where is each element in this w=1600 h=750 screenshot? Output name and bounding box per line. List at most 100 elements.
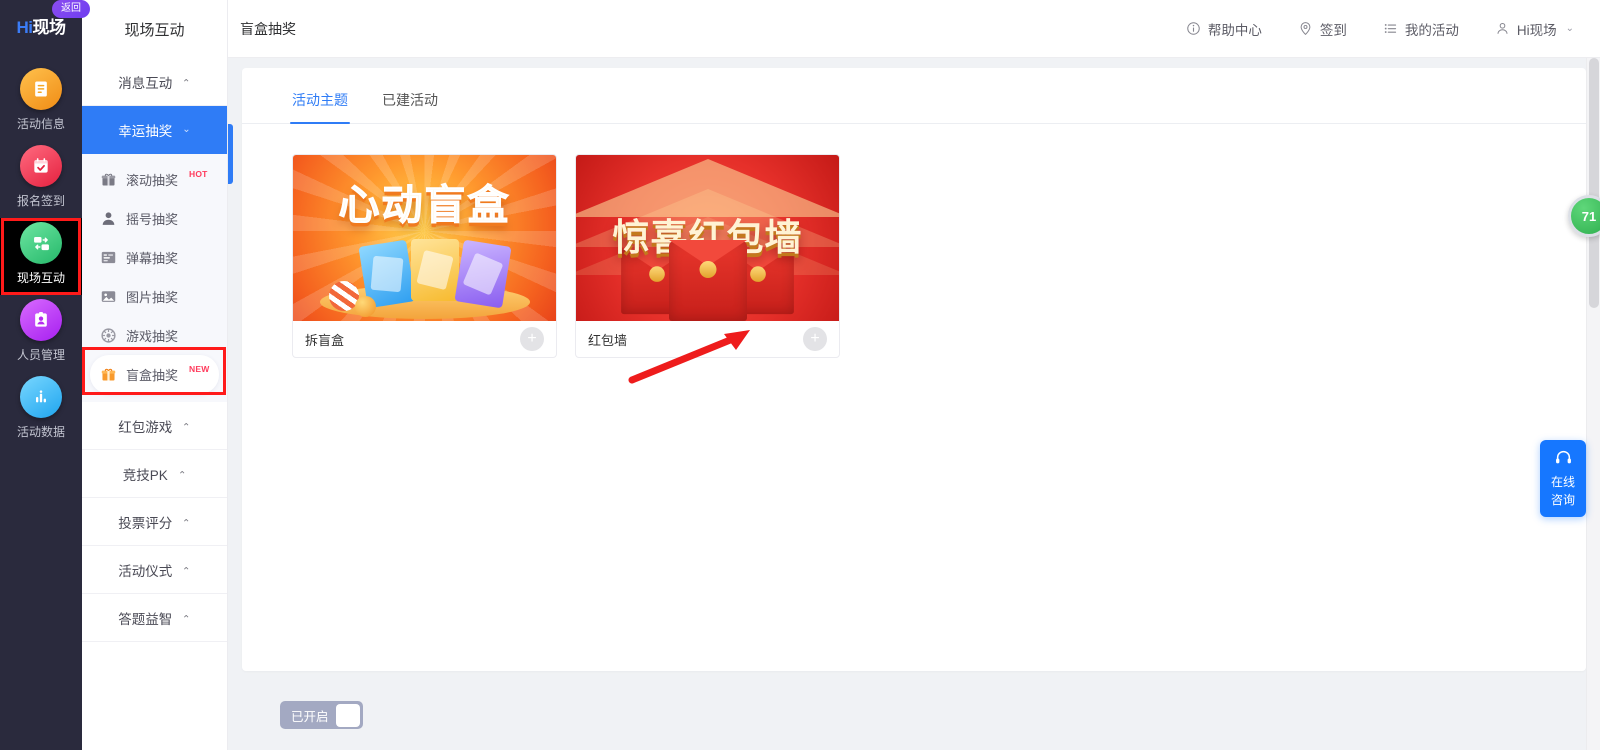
menu-group-message-interaction[interactable]: 消息互动 ⌄ xyxy=(82,58,227,106)
artwork-title: 心动盲盒 xyxy=(338,182,511,229)
id-card-icon xyxy=(20,299,62,341)
submenu-item-danmaku-draw[interactable]: 弹幕抽奖 xyxy=(82,238,227,277)
primary-nav-list: 活动信息 报名签到 现场互动 人员管理 活动数据 xyxy=(0,64,82,449)
return-button[interactable]: 返回 xyxy=(52,0,90,18)
sidebar-item-activity-data[interactable]: 活动数据 xyxy=(0,372,82,449)
interaction-exchange-icon xyxy=(20,222,62,264)
active-section-indicator xyxy=(228,124,233,184)
scrollbar-thumb[interactable] xyxy=(1589,58,1599,308)
sidebar-label: 活动数据 xyxy=(16,425,65,439)
consult-line-1: 在线 xyxy=(1550,475,1575,489)
top-link-label: 帮助中心 xyxy=(1207,22,1262,38)
submenu-item-blind-box-draw[interactable]: 盲盒抽奖 NEW xyxy=(90,355,219,394)
lucky-draw-submenu: 滚动抽奖 HOT 摇号抽奖 弹幕抽奖 图片抽奖 游戏抽奖 盲盒抽奖 NEW xyxy=(82,154,227,402)
chevron-down-icon: ⌄ xyxy=(1565,23,1574,34)
submenu-label: 图片抽奖 xyxy=(126,290,179,305)
info-circle-icon xyxy=(1187,22,1200,35)
secondary-sidebar-title: 现场互动 xyxy=(124,21,185,39)
submenu-item-rolling-draw[interactable]: 滚动抽奖 HOT xyxy=(82,160,227,199)
breadcrumb: 盲盒抽奖 xyxy=(240,20,296,37)
card-footer: 拆盲盒 + xyxy=(293,321,556,357)
game-wheel-icon xyxy=(101,328,116,343)
location-pin-icon xyxy=(1300,22,1311,36)
submenu-item-game-draw[interactable]: 游戏抽奖 xyxy=(82,316,227,355)
document-icon xyxy=(20,68,62,110)
box-purple xyxy=(454,239,512,309)
checkin-link[interactable]: 签到 xyxy=(1298,19,1347,39)
add-activity-button[interactable]: + xyxy=(803,327,827,351)
user-account-menu[interactable]: Hi现场 ⌄ xyxy=(1495,19,1574,39)
theme-card-red-packet-wall[interactable]: 惊喜红包墙 红包墙 + xyxy=(575,154,840,358)
menu-group-ceremony[interactable]: 活动仪式 ⌄ xyxy=(82,546,227,594)
blind-box-artwork: 心动盲盒 xyxy=(293,155,556,321)
tab-bar: 活动主题 已建活动 xyxy=(242,68,1586,124)
top-link-label: 签到 xyxy=(1319,22,1347,38)
menu-group-redpacket-game[interactable]: 红包游戏 ⌄ xyxy=(82,402,227,450)
help-center-link[interactable]: 帮助中心 xyxy=(1186,19,1262,39)
top-bar: 盲盒抽奖 帮助中心 签到 我的活动 Hi现场 ⌄ xyxy=(228,0,1600,58)
chevron-up-icon: ⌄ xyxy=(182,76,191,87)
toggle-knob[interactable] xyxy=(335,703,360,727)
sidebar-item-signup-checkin[interactable]: 报名签到 xyxy=(0,141,82,218)
submenu-label: 游戏抽奖 xyxy=(126,329,179,344)
calendar-check-icon xyxy=(20,145,62,187)
menu-group-vote-score[interactable]: 投票评分 ⌄ xyxy=(82,498,227,546)
card-thumbnail: 心动盲盒 xyxy=(293,155,556,321)
top-link-label: Hi现场 xyxy=(1516,22,1557,38)
chevron-up-icon: ⌄ xyxy=(182,516,191,527)
menu-group-label: 幸运抽奖 xyxy=(118,123,173,139)
tab-label: 活动主题 xyxy=(292,92,348,108)
my-activities-link[interactable]: 我的活动 xyxy=(1383,19,1459,39)
sidebar-label: 活动信息 xyxy=(16,117,65,131)
headset-icon xyxy=(1555,450,1571,464)
chevron-up-icon: ⌄ xyxy=(177,468,187,479)
submenu-item-image-draw[interactable]: 图片抽奖 xyxy=(82,277,227,316)
tab-created-activities[interactable]: 已建活动 xyxy=(382,90,438,123)
toggle-label: 已开启 xyxy=(291,709,329,724)
online-consult-button[interactable]: 在线 咨询 xyxy=(1540,440,1586,517)
card-title: 拆盲盒 xyxy=(305,332,345,348)
app-root: Hi现场 返回 活动信息 报名签到 现场互动 人员管理 活动数据 现场互动 消息… xyxy=(0,0,1600,750)
logo-cn-text: 现场 xyxy=(32,17,67,37)
content-area: 活动主题 已建活动 心动盲盒 拆盲盒 + 惊喜红包墙 红包墙 + 已开启 xyxy=(228,58,1600,750)
add-activity-button[interactable]: + xyxy=(520,327,544,351)
card-footer: 红包墙 + xyxy=(576,321,839,357)
menu-group-label: 消息互动 xyxy=(118,75,173,91)
submenu-item-number-draw[interactable]: 摇号抽奖 xyxy=(82,199,227,238)
submenu-label: 滚动抽奖 xyxy=(126,173,179,188)
gift-icon xyxy=(101,173,116,186)
menu-group-label: 活动仪式 xyxy=(118,563,173,579)
menu-group-label: 红包游戏 xyxy=(118,419,173,435)
content-panel: 活动主题 已建活动 心动盲盒 拆盲盒 + 惊喜红包墙 红包墙 + xyxy=(242,68,1586,671)
enabled-toggle[interactable]: 已开启 xyxy=(280,701,363,729)
hot-badge: HOT xyxy=(189,168,208,179)
danmaku-list-icon xyxy=(101,251,116,264)
sidebar-label: 人员管理 xyxy=(16,348,65,362)
tab-label: 已建活动 xyxy=(382,92,438,108)
menu-group-label: 答题益智 xyxy=(118,611,173,627)
box-yellow xyxy=(411,239,459,301)
secondary-sidebar: 现场互动 消息互动 ⌄ 幸运抽奖 ⌄ 滚动抽奖 HOT 摇号抽奖 弹幕抽奖 图片… xyxy=(82,0,228,750)
consult-line-2: 咨询 xyxy=(1550,493,1575,507)
sidebar-item-activity-info[interactable]: 活动信息 xyxy=(0,64,82,141)
image-icon xyxy=(101,291,116,302)
vertical-scrollbar[interactable] xyxy=(1586,58,1600,750)
menu-group-quiz[interactable]: 答题益智 ⌄ xyxy=(82,594,227,642)
menu-group-label: 投票评分 xyxy=(118,515,173,531)
card-thumbnail: 惊喜红包墙 xyxy=(576,155,839,321)
top-link-label: 我的活动 xyxy=(1404,22,1459,38)
blind-box-gift-icon xyxy=(101,368,116,381)
new-badge: NEW xyxy=(189,363,210,374)
chevron-down-icon: ⌄ xyxy=(182,124,191,135)
menu-group-label: 竞技PK xyxy=(122,467,168,483)
theme-card-blind-box[interactable]: 心动盲盒 拆盲盒 + xyxy=(292,154,557,358)
menu-group-competition-pk[interactable]: 竞技PK ⌄ xyxy=(82,450,227,498)
tab-activity-theme[interactable]: 活动主题 xyxy=(290,90,350,124)
card-title: 红包墙 xyxy=(588,332,628,348)
chevron-up-icon: ⌄ xyxy=(182,612,191,623)
submenu-label: 盲盒抽奖 xyxy=(126,368,179,383)
menu-group-lucky-draw[interactable]: 幸运抽奖 ⌄ xyxy=(82,106,227,154)
submenu-label: 弹幕抽奖 xyxy=(126,251,179,266)
sidebar-item-live-interaction[interactable]: 现场互动 xyxy=(0,218,82,295)
sidebar-item-personnel[interactable]: 人员管理 xyxy=(0,295,82,372)
